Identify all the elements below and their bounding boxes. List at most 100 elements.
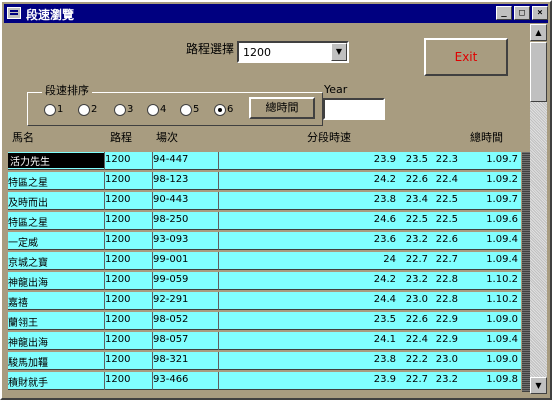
minimize-button[interactable]: _ (496, 6, 512, 20)
scroll-down-button[interactable]: ▼ (530, 377, 547, 394)
column-divider (218, 332, 219, 350)
sort-radio-2[interactable] (78, 104, 90, 116)
cell-split-1: 23.9 (373, 154, 396, 165)
cell-split-3: 22.5 (435, 194, 458, 205)
cell-total-time: 1.10.2 (486, 274, 518, 285)
column-divider (218, 352, 219, 370)
app-icon[interactable] (7, 7, 21, 19)
cell-split-1: 23.8 (373, 354, 396, 365)
cell-route: 1200 (105, 334, 131, 345)
chevron-down-icon[interactable]: ▼ (331, 43, 347, 61)
column-divider (218, 152, 219, 170)
cell-route: 1200 (105, 254, 131, 265)
cell-route: 1200 (105, 154, 131, 165)
cell-split-3: 22.5 (435, 214, 458, 225)
cell-total-time: 1.09.4 (486, 254, 518, 265)
sort-radio-label: 4 (160, 104, 167, 115)
sort-radio-6[interactable] (214, 104, 226, 116)
column-header-name: 馬名 (12, 131, 34, 144)
cell-split-1: 24.6 (373, 214, 396, 225)
column-divider (218, 312, 219, 330)
exit-button[interactable]: Exit (424, 38, 508, 76)
cell-split-3: 22.7 (435, 254, 458, 265)
cell-total-time: 1.09.6 (486, 214, 518, 225)
column-divider (218, 192, 219, 210)
cell-split-3: 22.3 (435, 154, 458, 165)
scroll-track[interactable] (530, 102, 547, 377)
cell-horse-name: 及時而出 (8, 198, 48, 209)
sort-radio-4[interactable] (147, 104, 159, 116)
cell-split-2: 22.7 (405, 374, 428, 385)
cell-route: 1200 (105, 374, 131, 385)
column-divider (218, 372, 219, 390)
table-row[interactable]: 活力先生 1200 94-447 23.9 23.5 22.3 1.09.7 (8, 152, 521, 170)
column-divider (218, 252, 219, 270)
cell-horse-name: 特區之星 (8, 178, 48, 189)
scroll-up-button[interactable]: ▲ (530, 24, 547, 41)
cell-split-2: 23.2 (405, 274, 428, 285)
cell-split-2: 23.0 (405, 294, 428, 305)
cell-split-2: 22.6 (405, 174, 428, 185)
cell-horse-name: 駿馬加韁 (8, 358, 48, 369)
close-button[interactable]: × (532, 6, 548, 20)
cell-split-3: 22.9 (435, 334, 458, 345)
table-row[interactable]: 嘉禧 1200 92-291 24.4 23.0 22.8 1.10.2 (8, 292, 521, 310)
table-row[interactable]: 一定威 1200 93-093 23.6 23.2 22.6 1.09.4 (8, 232, 521, 250)
cell-split-3: 22.8 (435, 294, 458, 305)
cell-split-2: 22.5 (405, 214, 428, 225)
column-divider (218, 212, 219, 230)
cell-horse-name: 一定威 (8, 238, 38, 249)
cell-split-2: 22.7 (405, 254, 428, 265)
cell-session: 99-059 (153, 274, 189, 285)
cell-split-3: 22.8 (435, 274, 458, 285)
cell-total-time: 1.09.4 (486, 234, 518, 245)
column-divider (218, 172, 219, 190)
maximize-button[interactable]: □ (514, 6, 530, 20)
table-row[interactable]: 蘭翎王 1200 98-052 23.5 22.6 22.9 1.09.0 (8, 312, 521, 330)
cell-split-2: 23.5 (405, 154, 428, 165)
sort-radio-label: 1 (57, 104, 64, 115)
cell-horse-name: 京城之寶 (8, 258, 48, 269)
cell-total-time: 1.09.2 (486, 174, 518, 185)
cell-route: 1200 (105, 294, 131, 305)
table-row[interactable]: 京城之寶 1200 99-001 24 22.7 22.7 1.09.4 (8, 252, 521, 270)
window-title: 段速瀏覽 (26, 8, 75, 22)
cell-session: 93-466 (153, 374, 189, 385)
table-row[interactable]: 神龍出海 1200 99-059 24.2 23.2 22.8 1.10.2 (8, 272, 521, 290)
cell-session: 98-250 (153, 214, 189, 225)
cell-total-time: 1.10.2 (486, 294, 518, 305)
table-row[interactable]: 及時而出 1200 90-443 23.8 23.4 22.5 1.09.7 (8, 192, 521, 210)
cell-total-time: 1.09.7 (486, 194, 518, 205)
sort-radio-1[interactable] (44, 104, 56, 116)
cell-route: 1200 (105, 214, 131, 225)
grid-scrollbar[interactable] (522, 152, 530, 392)
sort-group-title: 段速排序 (42, 82, 92, 98)
sort-radio-5[interactable] (180, 104, 192, 116)
cell-route: 1200 (105, 274, 131, 285)
year-input[interactable] (323, 98, 385, 120)
column-divider (218, 232, 219, 250)
cell-split-3: 22.4 (435, 174, 458, 185)
sort-radio-label: 6 (227, 104, 234, 115)
cell-route: 1200 (105, 354, 131, 365)
vertical-scrollbar[interactable]: ▲ ▼ (530, 24, 548, 398)
cell-split-2: 22.2 (405, 354, 428, 365)
title-bar[interactable]: 段速瀏覽 _ □ × (4, 4, 548, 23)
cell-total-time: 1.09.0 (486, 314, 518, 325)
route-select[interactable]: 1200 ▼ (237, 41, 349, 63)
cell-split-1: 23.6 (373, 234, 396, 245)
table-row[interactable]: 積財就手 1200 93-466 23.9 22.7 23.2 1.09.8 (8, 372, 521, 390)
cell-session: 90-443 (153, 194, 189, 205)
cell-horse-name: 特區之星 (8, 218, 48, 229)
table-row[interactable]: 駿馬加韁 1200 98-321 23.8 22.2 23.0 1.09.0 (8, 352, 521, 370)
table-row[interactable]: 神龍出海 1200 98-057 24.1 22.4 22.9 1.09.4 (8, 332, 521, 350)
cell-horse-name: 積財就手 (8, 378, 48, 389)
table-row[interactable]: 特區之星 1200 98-250 24.6 22.5 22.5 1.09.6 (8, 212, 521, 230)
total-time-button[interactable]: 總時間 (249, 97, 315, 119)
scroll-thumb[interactable] (530, 42, 547, 102)
column-header-session: 場次 (156, 131, 178, 144)
cell-horse-name: 蘭翎王 (8, 318, 38, 329)
table-row[interactable]: 特區之星 1200 98-123 24.2 22.6 22.4 1.09.2 (8, 172, 521, 190)
cell-split-3: 22.6 (435, 234, 458, 245)
sort-radio-3[interactable] (114, 104, 126, 116)
